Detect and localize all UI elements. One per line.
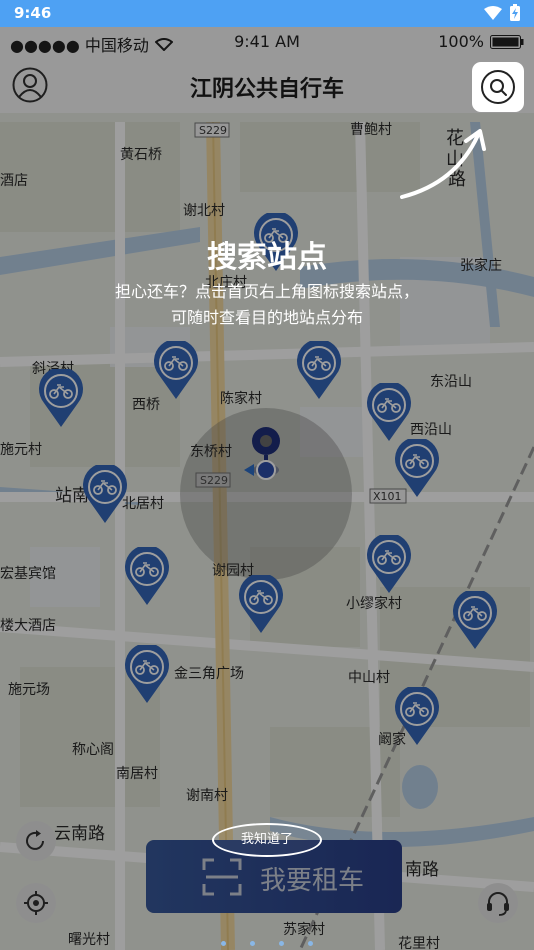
page-dot <box>279 941 284 946</box>
bike-station-pin[interactable] <box>394 687 440 747</box>
map-label: 东沿山 <box>430 374 472 390</box>
map-label: 施元场 <box>8 682 50 698</box>
bike-station-pin[interactable] <box>394 439 440 499</box>
refresh-icon <box>26 830 44 850</box>
map-label: 金三角广场 <box>174 666 244 682</box>
map-label: 谢北村 <box>183 203 225 219</box>
bike-station-pin[interactable] <box>38 369 84 429</box>
map-label: 谢南村 <box>186 788 228 804</box>
map-label: 黄石桥 <box>120 147 162 163</box>
customer-service-button[interactable] <box>478 883 518 923</box>
map-label: 西沿山 <box>410 422 452 438</box>
scan-icon <box>202 858 242 896</box>
guide-description: 担心还车？点击首页右上角图标搜索站点， 可随时查看目的地站点分布 <box>60 279 474 331</box>
ios-status-bar: ●●●●● 中国移动 9:41 AM 100% <box>0 27 534 57</box>
headset-icon <box>487 892 509 916</box>
page-indicator <box>0 931 534 950</box>
map-label: 楼大酒店 <box>0 618 56 634</box>
got-it-button[interactable]: 我知道了 <box>212 823 322 857</box>
map-label: 宏基宾馆 <box>0 566 56 582</box>
bike-station-pin[interactable] <box>366 383 412 443</box>
page-dot <box>250 941 255 946</box>
map-label: 施元村 <box>0 442 42 458</box>
battery-percent: 100% <box>438 32 484 51</box>
locate-button[interactable] <box>16 883 56 923</box>
road-tag: S229 <box>199 124 227 137</box>
android-status-bar: 9:46 <box>0 0 534 27</box>
map-label: 陈家村 <box>220 391 262 407</box>
page-dot <box>308 941 313 946</box>
map-label: 小缪家村 <box>346 596 402 612</box>
map-label: 曹鲍村 <box>350 122 392 138</box>
map-label: 酒店 <box>0 173 28 189</box>
page-dot <box>221 941 226 946</box>
battery-charging-icon <box>510 4 520 21</box>
map-label: 东桥村 <box>190 444 232 460</box>
battery: 100% <box>438 32 524 51</box>
app-screen: S229 S229 X101 曹鲍村 花 山 路 黄石桥 酒店 谢北村 北庄村 … <box>0 27 534 950</box>
map-label: 云南路 <box>54 824 105 844</box>
map-label: 南居村 <box>116 766 158 782</box>
map-label: 南路 <box>405 860 439 880</box>
guide-line-2: 可随时查看目的地站点分布 <box>170 308 363 327</box>
map-label: 中山村 <box>348 670 390 686</box>
search-icon <box>481 70 515 104</box>
android-time: 9:46 <box>14 4 52 22</box>
battery-icon <box>490 34 524 49</box>
wifi-icon <box>484 5 502 20</box>
rent-bike-label: 我要租车 <box>260 866 365 896</box>
page-title: 江阴公共自行车 <box>189 77 344 102</box>
guide-arrow-icon <box>400 129 486 199</box>
bike-station-pin[interactable] <box>296 341 342 401</box>
bike-station-pin[interactable] <box>124 645 170 705</box>
refresh-button[interactable] <box>16 821 56 861</box>
bike-station-pin[interactable] <box>238 575 284 635</box>
bike-station-pin[interactable] <box>153 341 199 401</box>
bike-station-pin[interactable] <box>452 591 498 651</box>
bike-station-pin[interactable] <box>124 547 170 607</box>
guide-line-1: 担心还车？点击首页右上角图标搜索站点， <box>114 282 419 301</box>
android-status-icons <box>484 4 520 21</box>
bike-station-pin[interactable] <box>82 465 128 525</box>
search-station-highlight[interactable] <box>472 62 524 112</box>
bike-station-pin[interactable] <box>366 535 412 595</box>
map-label: 称心阁 <box>72 742 114 758</box>
guide-title: 搜索站点 <box>207 240 327 275</box>
crosshair-icon <box>24 891 48 915</box>
app-header: 江阴公共自行车 <box>0 57 534 113</box>
map-label: 北居村 <box>122 496 164 512</box>
